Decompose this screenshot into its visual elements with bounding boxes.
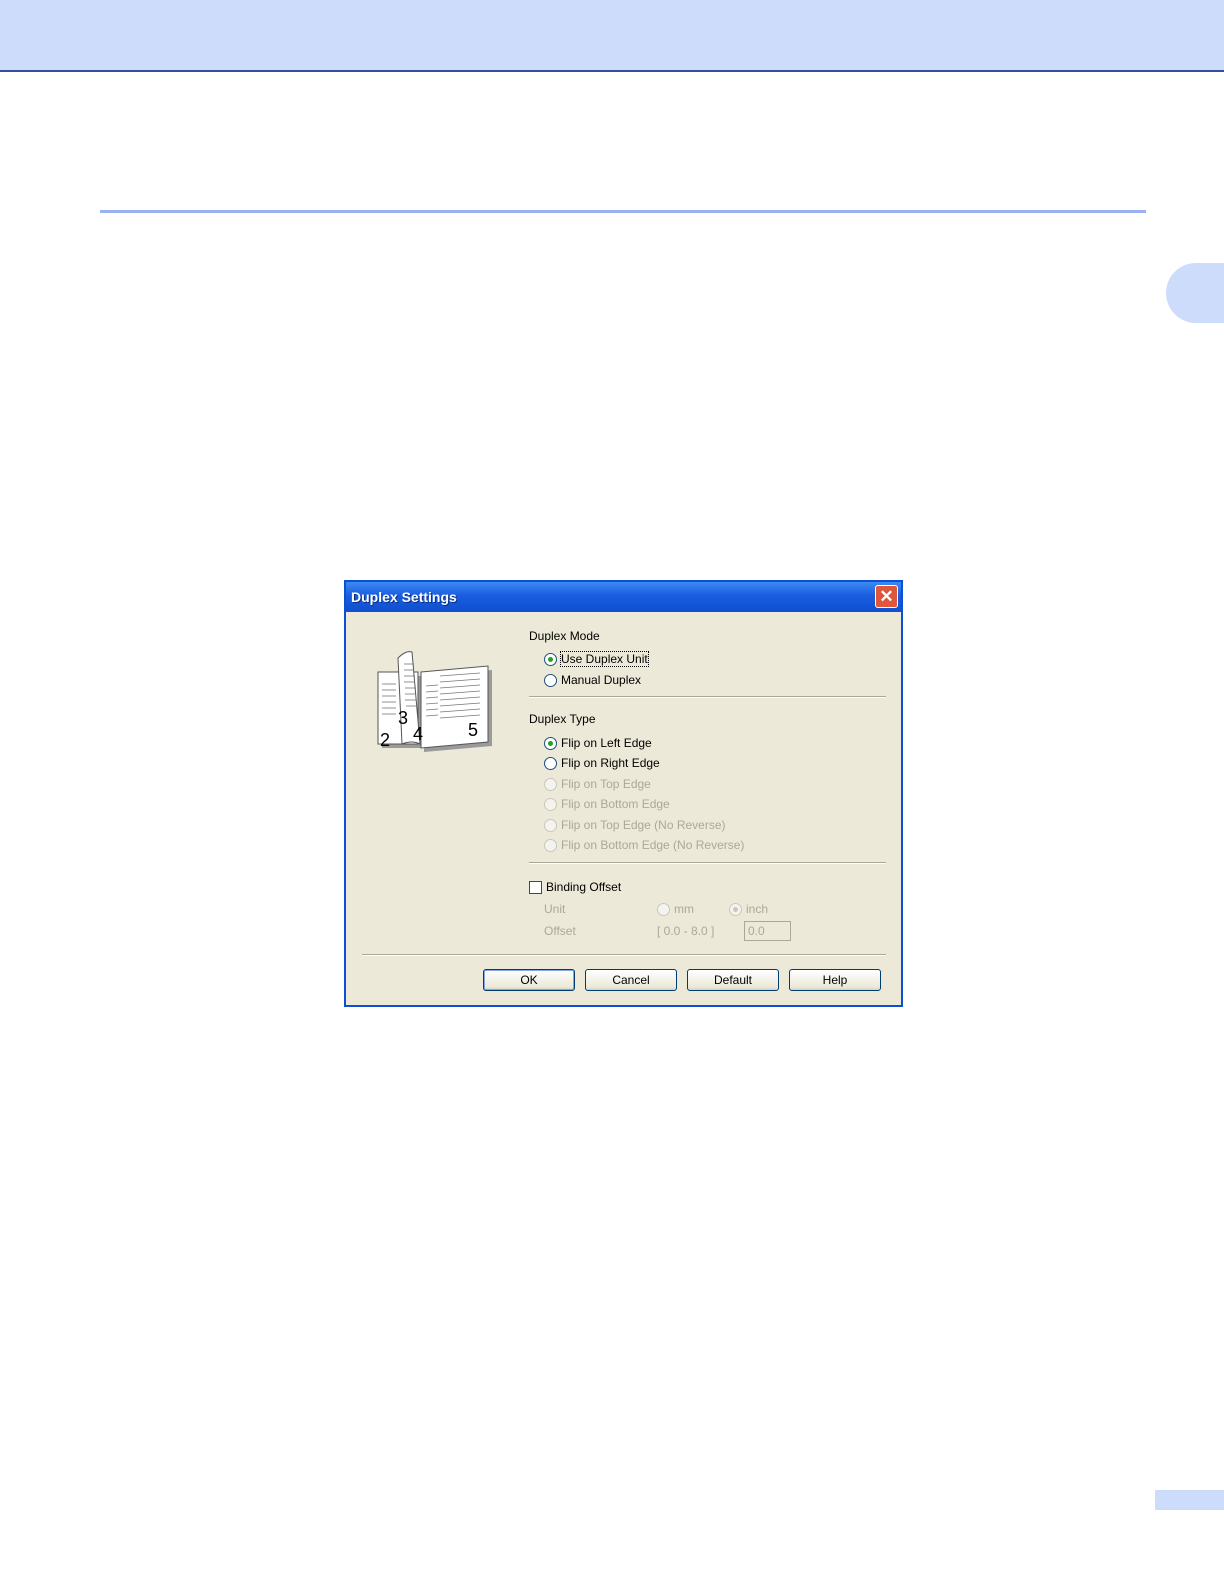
ok-button[interactable]: OK	[483, 969, 575, 991]
help-button[interactable]: Help	[789, 969, 881, 991]
unit-label: Unit	[544, 902, 566, 916]
default-button[interactable]: Default	[687, 969, 779, 991]
illustration-page-4: 4	[413, 724, 423, 744]
illustration-page-3: 3	[398, 708, 408, 728]
radio-label: Manual Duplex	[561, 673, 642, 687]
section-rule	[100, 210, 1146, 213]
illustration-page-2: 2	[380, 730, 390, 750]
chapter-tab	[1166, 263, 1224, 323]
radio-label: Flip on Top Edge	[561, 777, 651, 791]
page-header-band	[0, 0, 1224, 72]
offset-input: 0.0	[744, 921, 791, 941]
dialog-client-area: 3 2 4 5 Duplex Mode Use Duplex Unit Manu…	[346, 612, 901, 1005]
radio-button	[544, 798, 557, 811]
separator	[529, 862, 886, 864]
offset-label: Offset	[544, 924, 576, 938]
separator	[362, 954, 886, 956]
radio-label: mm	[674, 902, 694, 916]
duplex-settings-dialog: Duplex Settings ✕ 3 2 4 5 Duplex Mode Us…	[344, 580, 903, 1007]
close-icon: ✕	[879, 587, 894, 606]
cancel-button[interactable]: Cancel	[585, 969, 677, 991]
radio-button[interactable]	[544, 757, 557, 770]
radio-label: Flip on Left Edge	[561, 736, 652, 750]
offset-range: [ 0.0 - 8.0 ]	[657, 924, 715, 938]
radio-button[interactable]	[544, 737, 557, 750]
dialog-title: Duplex Settings	[351, 589, 457, 605]
radio-button[interactable]	[544, 653, 557, 666]
duplex-booklet-illustration: 3 2 4 5	[377, 651, 492, 752]
radio-label: inch	[746, 902, 769, 916]
radio-label: Use Duplex Unit	[560, 651, 649, 667]
radio-label: Flip on Right Edge	[561, 756, 660, 770]
page-number-tab	[1155, 1490, 1224, 1510]
radio-button	[544, 819, 557, 832]
radio-label: Flip on Top Edge (No Reverse)	[561, 818, 726, 832]
illustration-page-5: 5	[468, 720, 478, 740]
separator	[529, 696, 886, 698]
radio-label: Flip on Bottom Edge (No Reverse)	[561, 838, 745, 852]
binding-offset-checkbox[interactable]	[529, 881, 542, 894]
duplex-type-label: Duplex Type	[529, 712, 596, 726]
duplex-mode-label: Duplex Mode	[529, 629, 600, 643]
radio-button	[544, 778, 557, 791]
close-button[interactable]: ✕	[875, 585, 898, 608]
radio-button	[544, 839, 557, 852]
title-bar[interactable]: Duplex Settings ✕	[346, 582, 901, 612]
radio-label: Flip on Bottom Edge	[561, 797, 670, 811]
radio-button[interactable]	[544, 674, 557, 687]
binding-offset-label: Binding Offset	[546, 880, 622, 894]
radio-button	[657, 903, 670, 916]
radio-button	[729, 903, 742, 916]
